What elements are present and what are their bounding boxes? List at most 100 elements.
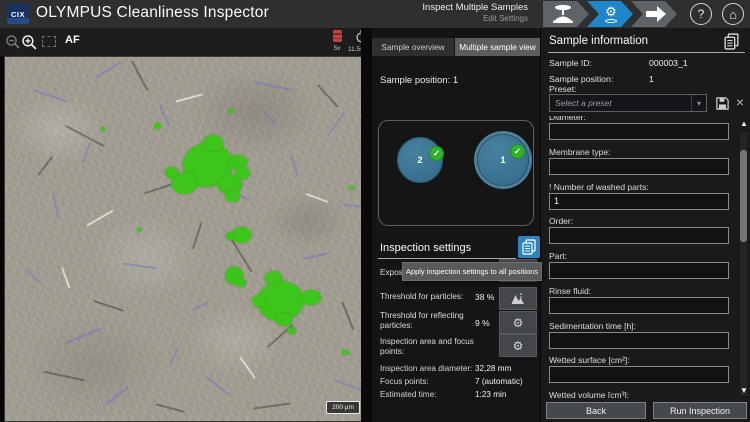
- zoom-in-button[interactable]: [20, 33, 38, 51]
- scroll-up-icon: ▲: [740, 119, 748, 128]
- detected-particle: [137, 228, 142, 232]
- fiber: [253, 80, 293, 91]
- fiber: [327, 112, 345, 135]
- zoom-out-icon: [6, 35, 20, 49]
- field-input[interactable]: 1: [549, 192, 729, 210]
- tab-sample-overview[interactable]: Sample overview: [372, 38, 454, 56]
- field-input[interactable]: [549, 123, 729, 140]
- field-label: Membrane type:: [549, 146, 611, 157]
- fiber: [175, 93, 203, 103]
- fiber: [65, 124, 105, 147]
- detected-particle: [229, 109, 234, 113]
- workflow-step-load-sample[interactable]: [543, 1, 589, 27]
- fiber: [123, 262, 157, 269]
- workflow-step-label: Inspect Multiple Samples Edit Settings: [380, 2, 528, 23]
- scale-bar: 200 µm: [326, 401, 360, 414]
- fiber: [290, 154, 300, 178]
- workflow-step-subtitle: Edit Settings: [483, 13, 528, 23]
- field-label: Wetted volume [cm³]:: [549, 390, 630, 398]
- field-input[interactable]: [549, 227, 729, 245]
- objective-icon: [332, 30, 342, 42]
- focus-points-label: Focus points:: [380, 377, 429, 386]
- home-icon: ⌂: [729, 6, 737, 22]
- threshold-particles-button[interactable]: [499, 287, 537, 310]
- microscope-image[interactable]: 200 µm: [4, 56, 362, 422]
- save-preset-button[interactable]: [713, 94, 731, 112]
- workflow-step-run[interactable]: [631, 1, 677, 27]
- well-1-check-badge: ✓: [510, 144, 525, 159]
- detected-particle: [342, 350, 349, 355]
- fiber: [86, 209, 114, 226]
- check-icon: ✓: [513, 146, 522, 156]
- detected-particle: [101, 127, 105, 131]
- preset-dropdown[interactable]: Select a preset ▾: [549, 94, 707, 112]
- copy-sample-information-button[interactable]: [721, 31, 741, 51]
- panel-divider: [361, 28, 372, 422]
- sample-form-scroll-area: Diameter: Membrane type: ! Number of washe…: [541, 116, 737, 398]
- scroll-up-button[interactable]: ▲: [738, 118, 750, 130]
- detected-particle: [276, 313, 292, 326]
- scroll-down-button[interactable]: ▼: [738, 385, 750, 397]
- lens-icon: [605, 18, 617, 23]
- fiber: [33, 89, 69, 103]
- fiber: [159, 104, 171, 128]
- field-input[interactable]: [549, 296, 729, 314]
- apply-settings-to-all-button[interactable]: [518, 236, 540, 258]
- field-input[interactable]: [549, 157, 729, 175]
- field-label: ! Number of washed parts:: [549, 181, 649, 192]
- sample-position-value: 1: [649, 74, 654, 84]
- preset-placeholder: Select a preset: [555, 98, 612, 108]
- estimated-time-value: 1:23 min: [475, 390, 507, 399]
- field-input[interactable]: [549, 331, 729, 349]
- threshold-icon: [511, 293, 524, 304]
- home-button[interactable]: ⌂: [722, 3, 744, 25]
- detected-particle: [235, 167, 250, 179]
- app-window: CIX OLYMPUS Cleanliness Inspector Inspec…: [0, 0, 750, 422]
- region-select-button[interactable]: [42, 36, 56, 47]
- delete-preset-button[interactable]: ×: [732, 91, 748, 113]
- autofocus-button[interactable]: AF: [65, 34, 80, 46]
- sample-well-1-selected[interactable]: 1: [477, 134, 529, 186]
- detected-particle: [226, 232, 235, 240]
- fiber: [52, 192, 60, 219]
- sample-view-panel: Sample overview Multiple sample view Sam…: [372, 28, 542, 422]
- scale-bar-label: 200 µm: [332, 404, 354, 411]
- sample-id-value: 000003_1: [649, 58, 688, 68]
- title-bar: CIX OLYMPUS Cleanliness Inspector Inspec…: [0, 0, 750, 28]
- field-label: Wetted surface [cm²]:: [549, 355, 630, 366]
- back-button[interactable]: Back: [546, 402, 646, 419]
- detected-particle: [287, 327, 296, 334]
- app-title: OLYMPUS Cleanliness Inspector: [36, 4, 269, 21]
- viewer-toolbar: AF 5x 11.54 ms: [0, 28, 374, 56]
- workflow-step-edit-settings[interactable]: ⚙: [587, 1, 633, 27]
- preset-label: Preset:: [549, 84, 577, 94]
- detected-particle: [154, 123, 161, 129]
- fiber: [168, 345, 180, 367]
- field-input[interactable]: [549, 262, 729, 279]
- threshold-particles-label: Threshold for particles:: [380, 292, 464, 301]
- field-label: Order:: [549, 216, 574, 227]
- scroll-down-icon: ▼: [740, 386, 748, 395]
- run-inspection-button[interactable]: Run Inspection: [653, 402, 747, 419]
- section-divider: [548, 52, 745, 53]
- fiber: [263, 110, 277, 126]
- magnification-value: 5x: [333, 45, 341, 52]
- inspection-area-button[interactable]: ⚙: [499, 334, 537, 357]
- focus-points-value: 7 (automatic): [475, 377, 523, 386]
- threshold-reflecting-button[interactable]: ⚙: [499, 311, 537, 334]
- well-number: 1: [500, 155, 506, 165]
- fiber: [64, 327, 102, 344]
- save-icon: [715, 96, 729, 110]
- fiber: [191, 222, 203, 250]
- field-input[interactable]: [549, 366, 729, 384]
- help-button[interactable]: ?: [690, 3, 712, 25]
- apply-settings-tooltip: Apply inspection settings to all positio…: [402, 262, 542, 281]
- threshold-reflecting-label: Threshold for reflecting particles:: [380, 311, 464, 331]
- sample-information-panel: Sample information Sample ID: 000003_1 S…: [540, 28, 750, 422]
- sample-position-label: Sample position: 1: [380, 75, 459, 86]
- check-icon: ✓: [432, 148, 441, 158]
- detected-particle: [203, 135, 223, 151]
- scrollbar-thumb[interactable]: [740, 150, 747, 242]
- fiber: [253, 402, 291, 410]
- tab-multiple-sample-view[interactable]: Multiple sample view: [455, 38, 540, 56]
